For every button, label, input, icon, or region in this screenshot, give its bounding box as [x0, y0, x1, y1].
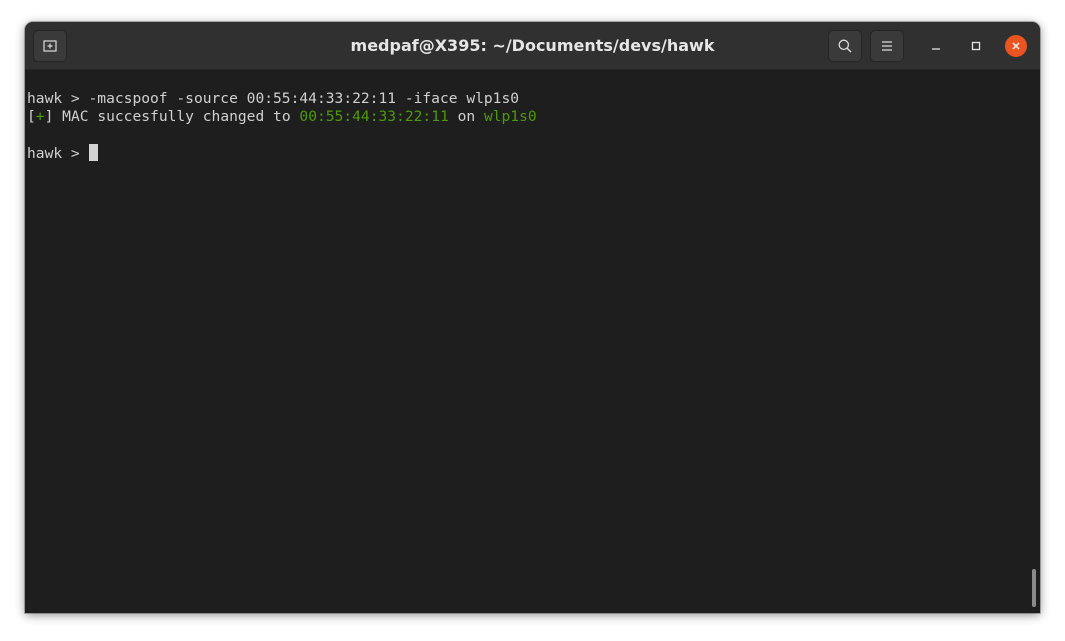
title-bar[interactable]: medpaf@X395: ~/Documents/devs/hawk: [25, 22, 1040, 70]
command-line: hawk > -macspoof -source 00:55:44:33:22:…: [27, 90, 1040, 108]
text-cursor: [88, 144, 98, 161]
maximize-button[interactable]: [965, 35, 987, 57]
close-icon: [1012, 42, 1020, 50]
mac-address: 00:55:44:33:22:11: [299, 108, 449, 125]
search-icon: [838, 39, 852, 53]
search-button[interactable]: [828, 30, 862, 62]
command-text: -macspoof -source 00:55:44:33:22:11 -ifa…: [88, 90, 520, 107]
new-tab-icon: [43, 40, 57, 52]
output-message: MAC succesfully changed to: [62, 108, 300, 125]
terminal-output-area[interactable]: hawk > -macspoof -source 00:55:44:33:22:…: [25, 70, 1040, 613]
minimize-icon: [932, 48, 940, 50]
scrollbar-thumb[interactable]: [1032, 569, 1036, 607]
prompt: hawk >: [27, 90, 89, 107]
hamburger-menu-icon: [882, 41, 892, 51]
minimize-button[interactable]: [925, 35, 947, 57]
terminal-window: medpaf@X395: ~/Documents/devs/hawk hawk …: [25, 22, 1040, 613]
bracket-close: ]: [44, 108, 63, 125]
active-prompt-line[interactable]: hawk >: [27, 144, 1040, 162]
menu-button[interactable]: [870, 30, 904, 62]
new-tab-button[interactable]: [33, 30, 67, 62]
prompt: hawk >: [27, 145, 89, 162]
close-button[interactable]: [1005, 35, 1027, 57]
maximize-icon: [971, 41, 981, 51]
interface-name: wlp1s0: [483, 108, 537, 125]
on-text: on: [448, 108, 484, 125]
bracket-open: [: [27, 108, 36, 125]
output-line: [+] MAC succesfully changed to 00:55:44:…: [27, 108, 1040, 126]
plus-marker: +: [35, 108, 45, 125]
